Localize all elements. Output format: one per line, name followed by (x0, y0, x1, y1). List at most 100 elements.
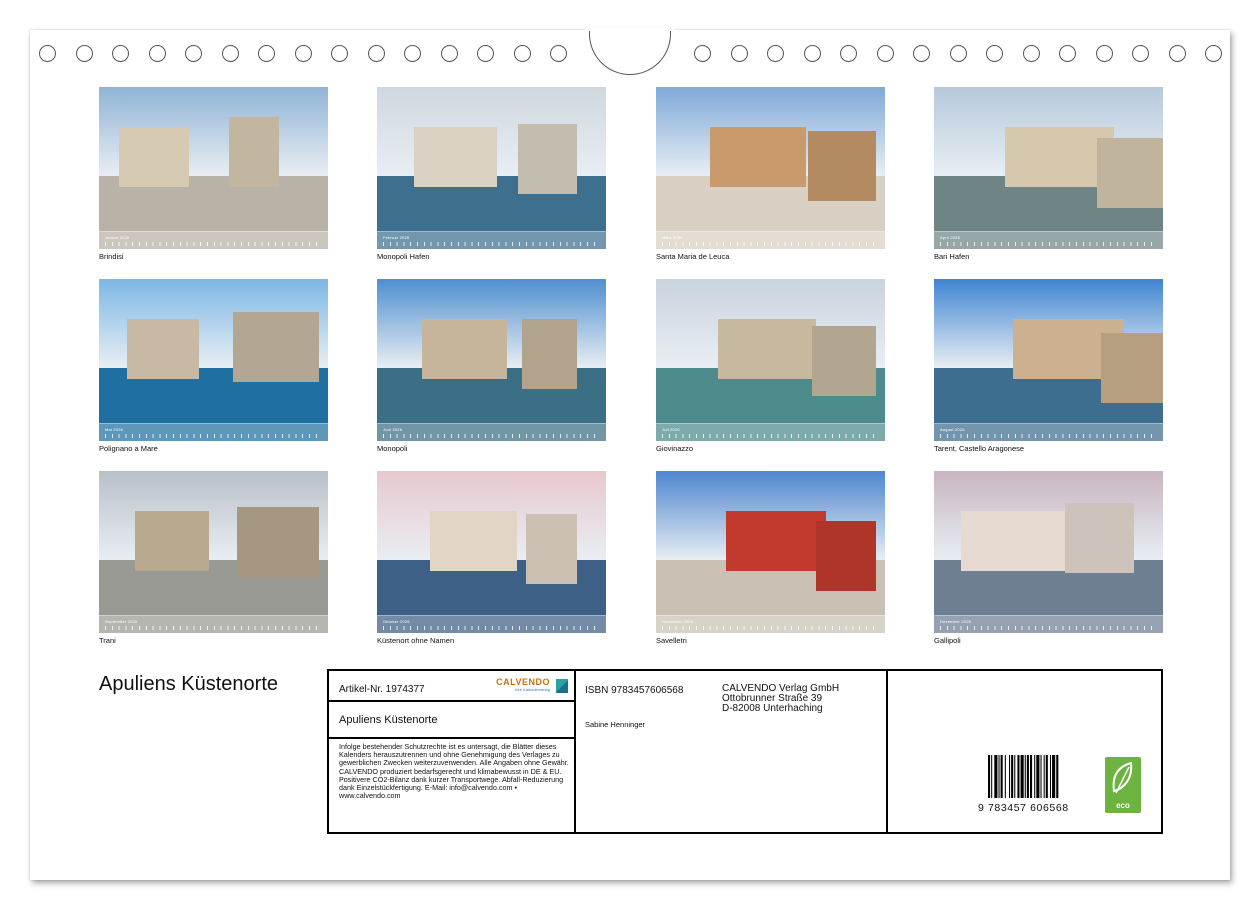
photo-caption: Polignano a Mare (99, 444, 158, 453)
month-name: November 2026 (662, 619, 694, 624)
calendar-strip: Juli 2026 (656, 423, 885, 441)
month-photo: Juni 2026 (377, 279, 606, 441)
info-title-row: Apuliens Küstenorte (329, 702, 574, 739)
author: Sabine Henninger (585, 720, 646, 729)
day-ticks (662, 242, 879, 246)
barcode-bar (1004, 755, 1006, 798)
photo-caption: Giovinazzo (656, 444, 694, 453)
publisher-city: D-82008 Unterhaching (722, 703, 823, 714)
month-name: Januar 2026 (105, 235, 130, 240)
barcode-bar (1040, 755, 1042, 798)
leaf-icon (1112, 761, 1133, 794)
photo-caption: Monopoli Hafen (377, 252, 430, 261)
month-card: April 2026 Bari Hafen (934, 87, 1163, 261)
calendar-title: Apuliens Küstenorte (99, 673, 279, 695)
day-ticks (662, 434, 879, 438)
month-photo: August 2026 (934, 279, 1163, 441)
day-ticks (383, 626, 600, 630)
calendar-strip: März 2026 (656, 231, 885, 249)
barcode-bar (1030, 755, 1033, 798)
barcode-bar (1043, 755, 1045, 798)
day-ticks (940, 434, 1157, 438)
barcode-bar (1049, 755, 1051, 798)
calendar-strip: November 2026 (656, 615, 885, 633)
day-ticks (940, 626, 1157, 630)
barcode-bar (994, 755, 998, 798)
calendar-strip: Juni 2026 (377, 423, 606, 441)
day-ticks (105, 626, 322, 630)
month-card: November 2026 Savelletri (656, 471, 885, 645)
barcode-bar (988, 755, 991, 798)
barcode: 9 783457 606568 (978, 755, 1080, 814)
month-photo: Januar 2026 (99, 87, 328, 249)
calvendo-logo: CALVENDO Ihre Kalenderverlag (496, 677, 568, 693)
barcode-bar (1020, 755, 1024, 798)
barcode-bar (1011, 755, 1014, 798)
day-ticks (383, 242, 600, 246)
month-name: September 2026 (105, 619, 138, 624)
isbn: ISBN 9783457606568 (585, 685, 684, 696)
article-number: Artikel-Nr. 1974377 (339, 684, 425, 695)
month-photo: Juli 2026 (656, 279, 885, 441)
info-title: Apuliens Küstenorte (339, 714, 438, 726)
photo-caption: Bari Hafen (934, 252, 970, 261)
barcode-bar (1014, 755, 1016, 798)
calendar-strip: Dezember 2026 (934, 615, 1163, 633)
article-row: Artikel-Nr. 1974377 CALVENDO Ihre Kalend… (329, 671, 574, 702)
barcode-bars (988, 755, 1059, 798)
barcode-bar (1017, 755, 1020, 798)
photo-caption: Trani (99, 636, 116, 645)
photo-caption: Monopoli (377, 444, 408, 453)
photo-caption: Küstenort ohne Namen (377, 636, 455, 645)
month-card: Oktober 2026 Küstenort ohne Namen (377, 471, 606, 645)
info-column-middle: ISBN 9783457606568 Sabine Henninger CALV… (576, 671, 888, 832)
calendar-strip: September 2026 (99, 615, 328, 633)
barcode-bar (998, 755, 1000, 798)
month-card: Juli 2026 Giovinazzo (656, 279, 885, 453)
photo-caption: Santa Maria de Leuca (656, 252, 730, 261)
calendar-strip: Oktober 2026 (377, 615, 606, 633)
month-card: September 2026 Trani (99, 471, 328, 645)
month-card: Januar 2026 Brindisi (99, 87, 328, 261)
photo-caption: Savelletri (656, 636, 687, 645)
month-name: Juni 2026 (383, 427, 403, 432)
month-card: Juni 2026 Monopoli (377, 279, 606, 453)
month-name: Juli 2026 (662, 427, 680, 432)
month-card: Dezember 2026 Gallipoli (934, 471, 1163, 645)
day-ticks (383, 434, 600, 438)
month-photo: März 2026 (656, 87, 885, 249)
barcode-bar (1036, 755, 1040, 798)
month-photo: Februar 2026 (377, 87, 606, 249)
photo-caption: Tarent, Castello Aragonese (934, 444, 1025, 453)
info-column-left: Artikel-Nr. 1974377 CALVENDO Ihre Kalend… (329, 671, 576, 832)
month-card: August 2026 Tarent, Castello Aragonese (934, 279, 1163, 453)
day-ticks (662, 626, 879, 630)
month-name: Dezember 2026 (940, 619, 972, 624)
barcode-bar (1024, 755, 1026, 798)
month-name: Mai 2026 (105, 427, 124, 432)
barcode-bar (1026, 755, 1029, 798)
day-ticks (940, 242, 1157, 246)
calvendo-flag-icon (556, 679, 568, 693)
photo-caption: Gallipoli (934, 636, 961, 645)
barcode-bar (1052, 755, 1056, 798)
info-column-right: 9 783457 606568 eco (888, 671, 1161, 832)
month-photo: November 2026 (656, 471, 885, 633)
calendar-strip: April 2026 (934, 231, 1163, 249)
eco-badge: eco (1105, 757, 1141, 813)
legal-text: Infolge bestehender Schutzrechte ist es … (339, 742, 569, 801)
calendar-strip: Januar 2026 (99, 231, 328, 249)
barcode-bar (1000, 755, 1003, 798)
month-photo: Oktober 2026 (377, 471, 606, 633)
barcode-bar (991, 755, 993, 798)
calendar-strip: August 2026 (934, 423, 1163, 441)
month-name: Oktober 2026 (383, 619, 410, 624)
month-photo: September 2026 (99, 471, 328, 633)
month-photo: April 2026 (934, 87, 1163, 249)
calendar-strip: Februar 2026 (377, 231, 606, 249)
day-ticks (105, 242, 322, 246)
photo-caption: Brindisi (99, 252, 124, 261)
month-card: Mai 2026 Polignano a Mare (99, 279, 328, 453)
month-card: März 2026 Santa Maria de Leuca (656, 87, 885, 261)
publisher-address: CALVENDO Verlag GmbH Ottobrunner Straße … (722, 684, 839, 714)
